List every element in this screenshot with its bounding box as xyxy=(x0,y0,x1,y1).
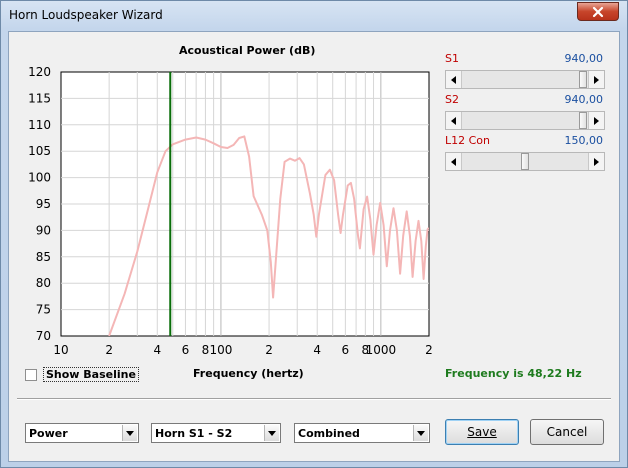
chevron-down-icon[interactable] xyxy=(122,425,137,441)
close-button[interactable] xyxy=(577,2,619,21)
title-bar[interactable]: Horn Loudspeaker Wizard xyxy=(1,1,627,31)
x-axis-label: Frequency (hertz) xyxy=(193,367,304,380)
x-tick-label: 8 xyxy=(202,343,210,357)
slider-scrollbar[interactable] xyxy=(445,70,605,89)
x-tick-label: 10 xyxy=(53,343,68,357)
mode-select[interactable]: Combined xyxy=(294,423,430,443)
scroll-left-icon[interactable] xyxy=(446,153,462,170)
slider-thumb[interactable] xyxy=(579,112,587,129)
slider-value: 940,00 xyxy=(564,93,604,106)
y-tick-label: 105 xyxy=(28,144,51,158)
x-tick-label: 6 xyxy=(182,343,190,357)
slider-thumb[interactable] xyxy=(579,71,587,88)
scroll-left-icon[interactable] xyxy=(446,112,462,129)
x-tick-label: 100 xyxy=(209,343,232,357)
scroll-right-icon[interactable] xyxy=(588,153,604,170)
slider-label: L12 Con xyxy=(445,134,491,147)
wizard-window: Horn Loudspeaker Wizard Acoustical Power… xyxy=(0,0,628,468)
x-tick-label: 1000 xyxy=(366,343,397,357)
slider-label: S2 xyxy=(445,93,459,106)
slider-value: 150,00 xyxy=(564,134,604,147)
slider-scrollbar[interactable] xyxy=(445,111,605,130)
slider-scrollbar[interactable] xyxy=(445,152,605,171)
mode-select-value: Combined xyxy=(298,427,360,440)
x-tick-label: 4 xyxy=(313,343,321,357)
show-baseline-label: Show Baseline xyxy=(43,367,139,382)
element-select-value: Horn S1 - S2 xyxy=(155,427,233,440)
window-title: Horn Loudspeaker Wizard xyxy=(9,8,163,22)
y-tick-label: 110 xyxy=(28,118,51,132)
slider-value: 940,00 xyxy=(564,52,604,65)
x-tick-label: 2 xyxy=(425,343,433,357)
scroll-left-icon[interactable] xyxy=(446,71,462,88)
cancel-button[interactable]: Cancel xyxy=(530,419,604,445)
x-tick-label: 4 xyxy=(153,343,161,357)
x-tick-label: 6 xyxy=(342,343,350,357)
y-tick-label: 85 xyxy=(36,250,51,264)
element-select[interactable]: Horn S1 - S2 xyxy=(151,423,281,443)
checkbox-box[interactable] xyxy=(25,369,37,381)
y-tick-label: 100 xyxy=(28,171,51,185)
y-tick-label: 120 xyxy=(28,65,51,79)
x-tick-label: 2 xyxy=(105,343,113,357)
save-button[interactable]: Save xyxy=(445,419,519,445)
y-tick-label: 95 xyxy=(36,197,51,211)
scroll-right-icon[interactable] xyxy=(588,112,604,129)
y-tick-label: 90 xyxy=(36,223,51,237)
y-tick-label: 115 xyxy=(28,91,51,105)
scroll-right-icon[interactable] xyxy=(588,71,604,88)
close-icon xyxy=(592,6,604,17)
y-tick-label: 80 xyxy=(36,276,51,290)
x-tick-label: 2 xyxy=(265,343,273,357)
quantity-select[interactable]: Power xyxy=(25,423,139,443)
quantity-select-value: Power xyxy=(29,427,68,440)
y-tick-label: 70 xyxy=(36,329,51,343)
slider-thumb[interactable] xyxy=(521,153,529,170)
chevron-down-icon[interactable] xyxy=(264,425,279,441)
chevron-down-icon[interactable] xyxy=(413,425,428,441)
y-tick-label: 75 xyxy=(36,303,51,317)
client-area: Acoustical Power (dB) 120 115 110 105 100 95 9… xyxy=(8,31,620,462)
frequency-readout: Frequency is 48,22 Hz xyxy=(445,367,582,380)
cancel-button-label: Cancel xyxy=(546,425,588,439)
separator xyxy=(17,398,611,400)
save-button-label: Save xyxy=(467,425,497,439)
slider-label: S1 xyxy=(445,52,459,65)
